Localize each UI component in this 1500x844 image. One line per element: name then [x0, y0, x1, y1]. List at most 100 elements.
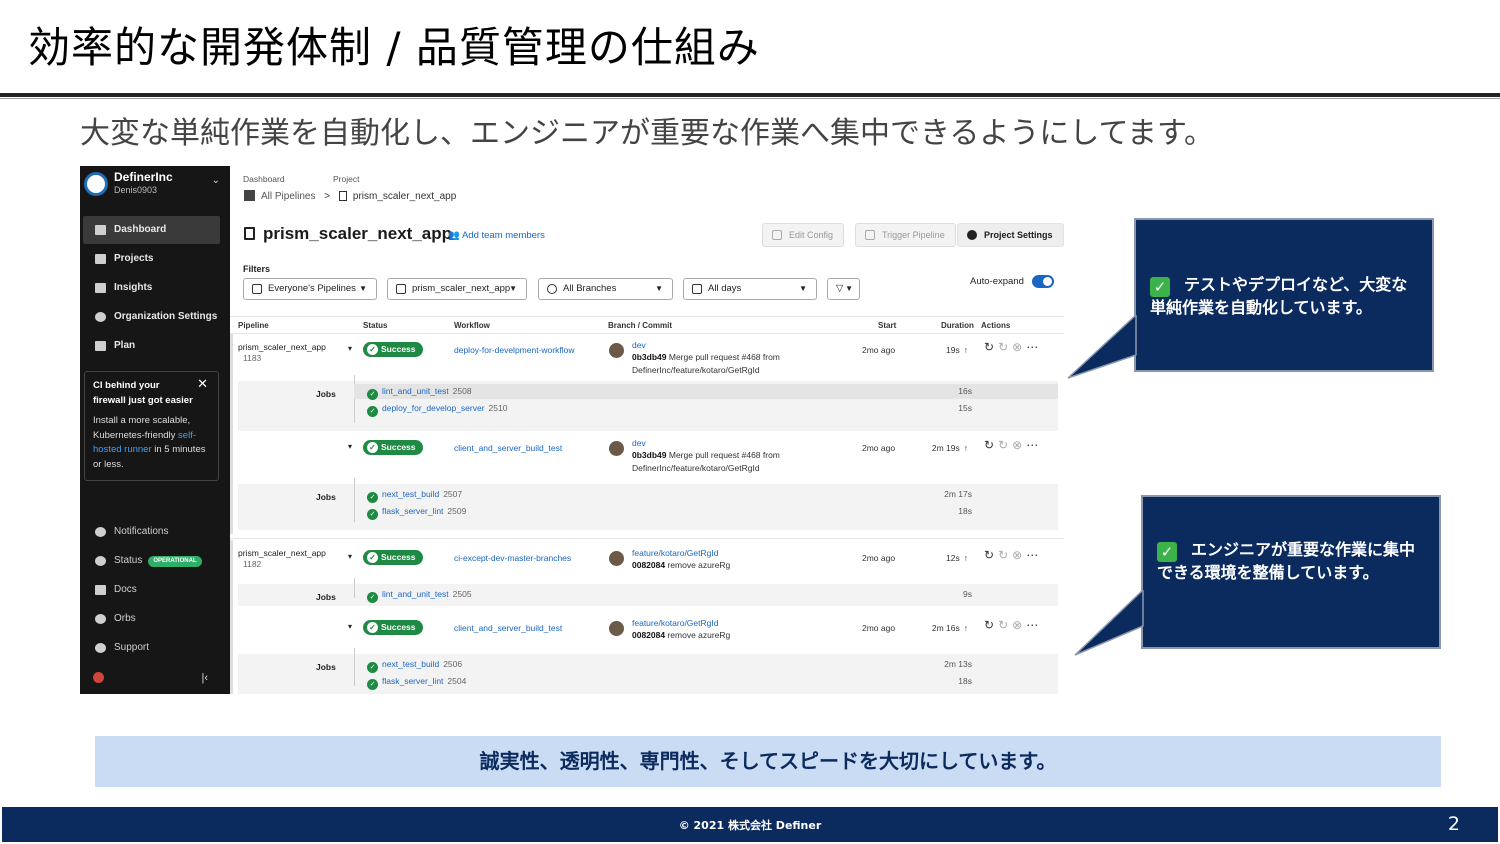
sidebar-item-dashboard[interactable]: Dashboard [83, 216, 220, 244]
job-row[interactable]: ✓ deploy_for_develop_server 2510 [367, 403, 507, 417]
sidebar-item-notifications[interactable]: Notifications [83, 518, 220, 546]
rerun-icon[interactable]: ↻ [984, 618, 998, 632]
workflow-link[interactable]: deploy-for-develpment-workflow [454, 345, 574, 355]
callout-focus: ✓ エンジニアが重要な作業に集中できる環境を整備しています。 [1141, 495, 1441, 649]
job-link[interactable]: next_test_build [382, 659, 439, 669]
status-badge[interactable]: Success [363, 620, 423, 635]
page-number: 2 [1447, 813, 1460, 835]
close-icon[interactable]: ✕ [197, 376, 208, 392]
collapse-sidebar-icon[interactable]: |‹ [201, 672, 208, 684]
breadcrumb-project[interactable]: prism_scaler_next_app [353, 191, 456, 202]
commit-sha[interactable]: 0b3db49 [632, 450, 667, 460]
check-icon: ✓ [367, 492, 378, 503]
job-link[interactable]: deploy_for_develop_server [382, 403, 485, 413]
branch-filter-select[interactable]: All Branches ▼ [538, 278, 673, 300]
rerun-icon[interactable]: ↻ [984, 438, 998, 452]
callout-text: テストやデプロイなど、大変な単純作業を自動化しています。 [1150, 275, 1408, 317]
job-link[interactable]: next_test_build [382, 489, 439, 499]
breadcrumb-all-pipelines[interactable]: All Pipelines [261, 191, 315, 202]
arrow-up-icon: ↑ [963, 443, 968, 453]
cancel-icon[interactable]: ⊗ [1012, 438, 1026, 452]
job-row[interactable]: ✓ next_test_build 2507 [367, 489, 462, 503]
status-badge[interactable]: Success [363, 342, 423, 357]
workflow-link[interactable]: client_and_server_build_test [454, 623, 562, 633]
org-switcher[interactable]: DefinerInc Denis0903 ⌄ [80, 166, 230, 210]
rerun-failed-icon[interactable]: ↻ [998, 618, 1012, 632]
select-value: prism_scaler_next_app [412, 283, 511, 294]
trigger-pipeline-button[interactable]: Trigger Pipeline [855, 223, 956, 247]
rerun-failed-icon[interactable]: ↻ [998, 548, 1012, 562]
auto-expand-toggle[interactable] [1032, 275, 1054, 288]
job-link[interactable]: flask_server_lint [382, 506, 443, 516]
expand-caret-icon[interactable]: ▾ [348, 552, 352, 561]
sidebar-item-plan[interactable]: Plan [83, 332, 220, 360]
workflow-link[interactable]: ci-except-dev-master-branches [454, 553, 571, 563]
workflow-link[interactable]: client_and_server_build_test [454, 443, 562, 453]
add-team-label: Add team members [461, 230, 545, 241]
docs-icon [95, 585, 106, 595]
pipelines-filter-select[interactable]: Everyone's Pipelines ▼ [243, 278, 377, 300]
commit-sha[interactable]: 0082084 [632, 630, 665, 640]
expand-caret-icon[interactable]: ▾ [348, 442, 352, 451]
expand-caret-icon[interactable]: ▾ [348, 622, 352, 631]
commit-message-2: DefinerInc/feature/kotaro/GetRgId [632, 365, 760, 375]
check-icon: ✓ [367, 389, 378, 400]
job-row[interactable]: ✓ lint_and_unit_test 2505 [367, 589, 472, 603]
edit-config-button[interactable]: Edit Config [762, 223, 845, 247]
commit-info: 0082084 remove azureRg [632, 559, 730, 572]
branch-link[interactable]: dev [632, 340, 646, 350]
cancel-icon[interactable]: ⊗ [1012, 548, 1026, 562]
branch-link[interactable]: feature/kotaro/GetRgId [632, 618, 718, 628]
check-icon: ✓ [367, 406, 378, 417]
more-filters-button[interactable]: ▽ ▼ [827, 278, 860, 300]
rerun-icon[interactable]: ↻ [984, 340, 998, 354]
job-link[interactable]: flask_server_lint [382, 676, 443, 686]
jobs-label: Jobs [316, 662, 336, 672]
job-row[interactable]: ✓ next_test_build 2506 [367, 659, 462, 673]
project-filter-select[interactable]: prism_scaler_next_app ▼ [387, 278, 527, 300]
gear-icon [95, 312, 106, 322]
org-user: Denis0903 [114, 185, 158, 195]
rerun-failed-icon[interactable]: ↻ [998, 438, 1012, 452]
sidebar-item-projects[interactable]: Projects [83, 245, 220, 273]
commit-sha[interactable]: 0b3db49 [632, 352, 667, 362]
row-separator [230, 538, 1064, 539]
row-actions: ↻↻⊗⋯ [984, 340, 1042, 354]
sidebar-item-insights[interactable]: Insights [83, 274, 220, 302]
branch-link[interactable]: feature/kotaro/GetRgId [632, 548, 718, 558]
sidebar-item-status[interactable]: Status OPERATIONAL [83, 547, 220, 575]
add-team-members-link[interactable]: 👥 Add team members [448, 230, 545, 241]
more-icon[interactable]: ⋯ [1026, 548, 1042, 562]
chevron-down-icon[interactable]: ⌄ [212, 175, 220, 186]
check-icon: ✓ [367, 679, 378, 690]
branch-link[interactable]: dev [632, 438, 646, 448]
job-link[interactable]: lint_and_unit_test [382, 589, 449, 599]
project-settings-button[interactable]: Project Settings [957, 223, 1064, 247]
promo-text: Install a more scalable, Kubernetes-frie… [93, 415, 191, 441]
more-icon[interactable]: ⋯ [1026, 340, 1042, 354]
sidebar-item-support[interactable]: Support [83, 634, 220, 662]
check-icon: ✓ [367, 592, 378, 603]
sidebar-item-orbs[interactable]: Orbs [83, 605, 220, 633]
rerun-failed-icon[interactable]: ↻ [998, 340, 1012, 354]
rerun-icon[interactable]: ↻ [984, 548, 998, 562]
check-icon: ✓ [367, 509, 378, 520]
user-avatar-icon[interactable] [93, 672, 104, 683]
sidebar-item-docs[interactable]: Docs [83, 576, 220, 604]
job-duration: 9s [963, 589, 972, 599]
job-row[interactable]: ✓ lint_and_unit_test 2508 [367, 386, 472, 400]
sidebar-item-org-settings[interactable]: Organization Settings [83, 303, 220, 331]
status-badge[interactable]: Success [363, 550, 423, 565]
sidebar-item-label: Docs [114, 584, 137, 595]
days-filter-select[interactable]: All days ▼ [683, 278, 817, 300]
cancel-icon[interactable]: ⊗ [1012, 618, 1026, 632]
job-row[interactable]: ✓ flask_server_lint 2509 [367, 506, 466, 520]
job-link[interactable]: lint_and_unit_test [382, 386, 449, 396]
job-row[interactable]: ✓ flask_server_lint 2504 [367, 676, 466, 690]
more-icon[interactable]: ⋯ [1026, 438, 1042, 452]
status-badge[interactable]: Success [363, 440, 423, 455]
cancel-icon[interactable]: ⊗ [1012, 340, 1026, 354]
expand-caret-icon[interactable]: ▾ [348, 344, 352, 353]
more-icon[interactable]: ⋯ [1026, 618, 1042, 632]
commit-sha[interactable]: 0082084 [632, 560, 665, 570]
